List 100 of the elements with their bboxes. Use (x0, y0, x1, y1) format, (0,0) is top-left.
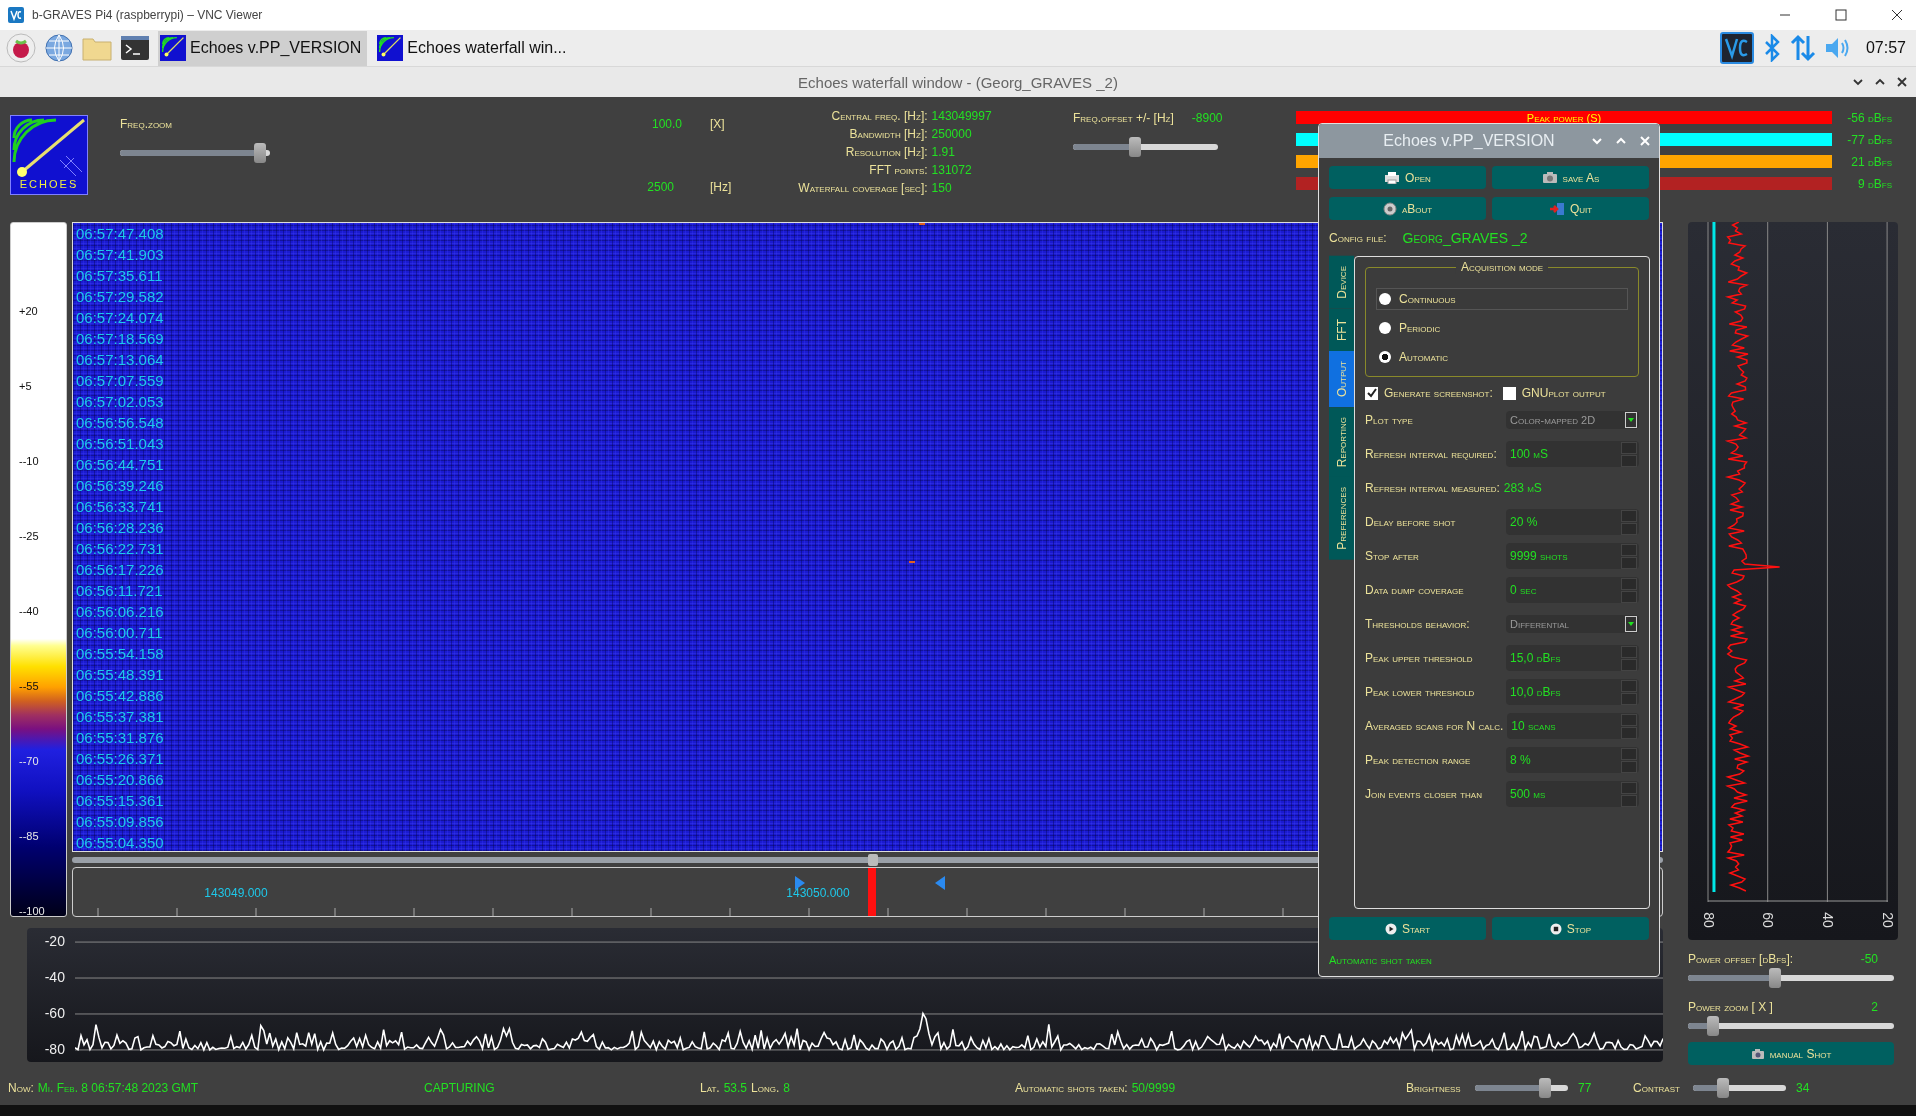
slider-thumb[interactable] (1768, 968, 1781, 988)
power-zoom-slider[interactable] (1688, 1016, 1894, 1036)
contrast-label: Contrast (1633, 1080, 1680, 1095)
field-label: Join events closer than (1365, 787, 1482, 801)
tab[interactable]: FFT (1329, 308, 1354, 351)
dialog-button[interactable]: Open (1329, 166, 1486, 189)
slider-thumb[interactable] (1706, 1016, 1719, 1036)
taskbar-item[interactable]: Echoes v.PP_VERSION (158, 30, 368, 66)
close-icon[interactable] (1896, 76, 1908, 88)
tab[interactable]: Reporting (1329, 406, 1354, 477)
radio-option[interactable]: Periodic (1376, 317, 1628, 339)
spin-field[interactable]: 0 sec (1506, 577, 1639, 603)
signal-mark (919, 223, 925, 225)
timestamp: 06:56:33.741 (76, 497, 164, 517)
freq-zoom-slider[interactable] (120, 143, 270, 163)
contrast-slider[interactable] (1693, 1077, 1786, 1098)
dropdown-value: Color-mapped 2D (1510, 414, 1597, 426)
scale-label: --100 (19, 904, 46, 919)
terminal-icon[interactable] (120, 35, 150, 61)
vnc-logo-icon (8, 7, 24, 23)
manual-shot-button[interactable]: manual Shot (1688, 1042, 1894, 1065)
checkbox[interactable] (1502, 386, 1516, 400)
dialog-button[interactable]: Start (1329, 917, 1486, 940)
stop-icon (1549, 922, 1562, 935)
meteor-logo-icon (377, 35, 404, 61)
radio-button[interactable] (1379, 322, 1391, 334)
axis-label: 20 (1879, 912, 1896, 928)
camera-icon (1541, 171, 1558, 184)
field-label: Peak lower threshold (1365, 685, 1475, 699)
scale-label: +5 (19, 379, 33, 394)
dialog-button[interactable]: Stop (1492, 917, 1649, 940)
axis-label: -80 (44, 1041, 65, 1057)
tab[interactable]: Output (1329, 350, 1354, 407)
spin-field[interactable]: 10 scans (1507, 713, 1639, 739)
brightness-slider[interactable] (1475, 1077, 1568, 1098)
status-message: Automatic shot taken (1328, 953, 1433, 968)
field-label: Delay before shot (1365, 515, 1456, 529)
brightness-value: 77 (1578, 1080, 1592, 1095)
triangle-right-icon[interactable] (795, 876, 805, 890)
window-title: Echoes waterfall window - (Georg_GRAVES _2) (798, 73, 1118, 91)
scale-label: --40 (19, 604, 40, 619)
group-title: Acquisition mode (1456, 260, 1548, 274)
spin-field[interactable]: 8 % (1506, 747, 1639, 773)
timestamp: 06:57:13.064 (76, 350, 164, 370)
spin-field[interactable]: 500 ms (1506, 781, 1639, 807)
dropdown-value: Differential (1510, 618, 1571, 630)
info-value: 250000 (931, 127, 973, 141)
timestamp: 06:55:31.876 (76, 728, 164, 748)
timestamp: 06:56:44.751 (76, 455, 164, 475)
radio-option[interactable]: Automatic (1376, 346, 1628, 368)
slider-thumb[interactable] (1538, 1077, 1551, 1098)
info-value: 131072 (931, 163, 973, 177)
power-reading: 9 dBfs (1858, 176, 1892, 191)
taskbar-item[interactable]: Echoes waterfall win... (375, 30, 573, 66)
triangle-left-icon[interactable] (935, 876, 945, 890)
scale-label: --10 (19, 454, 40, 469)
radio-button[interactable] (1379, 351, 1391, 363)
field-label: Data dump coverage (1365, 583, 1464, 597)
checkbox[interactable] (1365, 386, 1378, 400)
scale-label: --55 (19, 679, 40, 694)
slider-thumb[interactable] (253, 143, 266, 163)
option-label: Periodic (1399, 321, 1441, 335)
dialog-button[interactable]: Quit (1492, 197, 1649, 220)
freq-offset-slider[interactable] (1073, 137, 1218, 157)
maximize-icon[interactable] (1834, 8, 1848, 22)
globe-icon[interactable] (44, 33, 74, 63)
spin-field[interactable]: 15,0 dBfs (1506, 645, 1639, 671)
config-label: Config file: (1329, 231, 1387, 245)
field-label: Thresholds behavior: (1365, 617, 1470, 631)
axis-label: -20 (44, 933, 65, 949)
chevron-down-icon[interactable] (1852, 76, 1864, 88)
vnc-logo-icon[interactable] (1719, 32, 1754, 64)
power-offset-slider[interactable] (1688, 968, 1894, 988)
spin-field[interactable]: 20 % (1506, 509, 1639, 535)
info-label: Bandwidth [Hz]: (848, 127, 928, 141)
dialog-button[interactable]: aBout (1329, 197, 1486, 220)
spin-field[interactable]: 10,0 dBfs (1506, 679, 1639, 705)
field-label: Refresh interval required: (1365, 447, 1497, 461)
config-value: Georg_GRAVES _2 (1402, 230, 1528, 246)
close-icon[interactable] (1890, 8, 1904, 22)
transfer-arrows-icon[interactable] (1789, 34, 1816, 62)
slider-thumb[interactable] (1716, 1077, 1729, 1098)
capture-state: CAPTURING (424, 1080, 495, 1095)
dialog-button[interactable]: save As (1492, 166, 1649, 189)
radio-button[interactable] (1379, 293, 1391, 305)
radio-option[interactable]: Continuous (1376, 288, 1628, 310)
spin-field[interactable]: 100 mS (1506, 441, 1639, 467)
slider-thumb[interactable] (1129, 137, 1142, 157)
field-label: Peak detection range (1365, 753, 1471, 767)
timestamp: 06:55:04.350 (76, 833, 164, 851)
spin-field[interactable]: 9999 shots (1506, 543, 1639, 569)
tab[interactable]: Device (1329, 256, 1354, 309)
exit-icon (1548, 201, 1565, 216)
brightness-label: Brightness (1406, 1080, 1461, 1095)
power-reading: 21 dBfs (1851, 154, 1892, 169)
checkbox-label: Generate screenshot: (1384, 386, 1493, 400)
raspberry-icon[interactable] (6, 33, 36, 63)
status-label: Lat. (700, 1080, 720, 1095)
tab[interactable]: Preferences (1329, 477, 1354, 560)
printer-icon (1384, 171, 1401, 184)
